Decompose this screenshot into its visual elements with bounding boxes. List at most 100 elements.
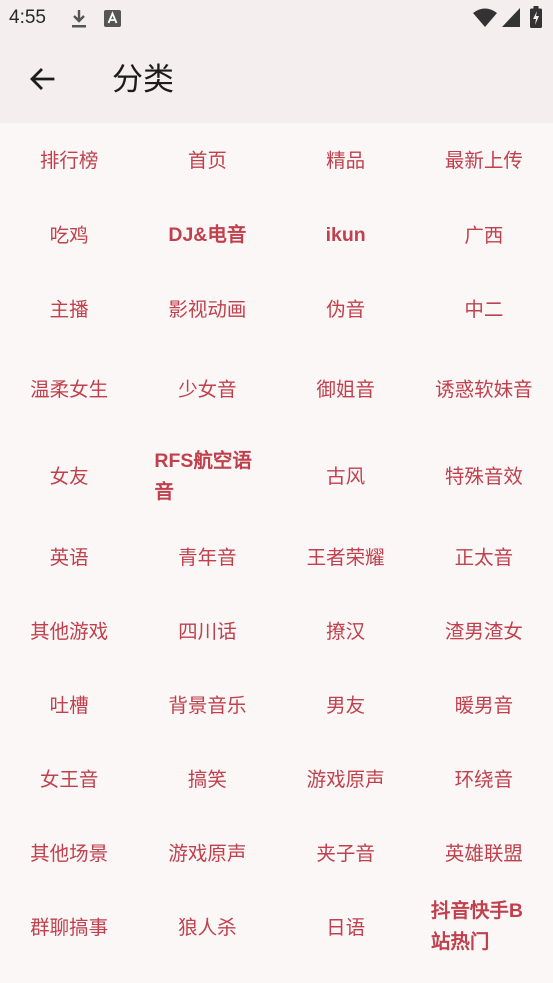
category-label: 环绕音: [454, 767, 514, 791]
category-label: 古风: [326, 465, 366, 488]
category-row: 温柔女生 少女音 御姐音 诱惑软妹音: [0, 346, 553, 433]
category-label: 英语: [49, 545, 89, 569]
category-label: 男友: [326, 693, 366, 717]
category-item[interactable]: 游戏原声: [277, 742, 415, 816]
category-row: 主播 影视动画 伪音 中二: [0, 272, 553, 346]
category-item[interactable]: 抖音快手B站热门: [415, 890, 553, 964]
category-item[interactable]: 游戏原声: [138, 816, 276, 890]
category-label: 精品: [326, 149, 366, 172]
category-item[interactable]: 伪音: [277, 272, 415, 346]
category-item[interactable]: 中二: [415, 272, 553, 346]
category-label: 背景音乐: [168, 693, 247, 717]
category-item[interactable]: 主播: [0, 272, 138, 346]
category-label: 王者荣耀: [306, 545, 385, 569]
category-item[interactable]: 其他场景: [0, 816, 138, 890]
category-label: 其他场景: [30, 841, 109, 865]
category-item[interactable]: 吐槽: [0, 668, 138, 742]
category-label: 群聊搞事: [30, 915, 109, 939]
category-label: 女王音: [39, 767, 99, 791]
category-label: 诱惑软妹音: [435, 378, 533, 401]
category-label: 伪音: [326, 297, 366, 321]
category-label: 首页: [187, 149, 227, 172]
category-label: 广西: [464, 223, 504, 247]
category-label: 游戏原声: [168, 841, 247, 865]
category-label: 抖音快手B站热门: [430, 900, 523, 953]
category-item[interactable]: 渣男渣女: [415, 594, 553, 668]
category-label: 中二: [464, 297, 504, 321]
category-item[interactable]: 青年音: [138, 520, 276, 594]
category-item[interactable]: 吃鸡: [0, 198, 138, 272]
category-item[interactable]: 诱惑软妹音: [415, 346, 553, 433]
category-label: 温柔女生: [30, 378, 109, 401]
category-label: 主播: [49, 297, 89, 321]
category-item[interactable]: 英雄联盟: [415, 816, 553, 890]
category-item[interactable]: 日语: [277, 890, 415, 964]
category-item[interactable]: 搞笑: [138, 742, 276, 816]
download-icon: [70, 9, 88, 33]
category-item[interactable]: 女友: [0, 433, 138, 520]
category-label: ikun: [325, 223, 366, 246]
category-item[interactable]: 男友: [277, 668, 415, 742]
category-item[interactable]: 暖男音: [415, 668, 553, 742]
category-grid: 排行榜 首页 精品 最新上传吃鸡 DJ&电音 ikun 广西主播 影视动画 伪音 中二温柔女生 少女…: [0, 123, 553, 964]
category-label: 四川话: [178, 619, 237, 643]
category-item[interactable]: 环绕音: [415, 742, 553, 816]
category-row: 吐槽 背景音乐 男友 暖男音: [0, 668, 553, 742]
category-row: 英语 青年音 王者荣耀 正太音: [0, 520, 553, 594]
category-item[interactable]: 特殊音效: [415, 433, 553, 520]
category-item[interactable]: 狼人杀: [138, 890, 276, 964]
category-item[interactable]: 首页: [138, 123, 276, 198]
category-label: 吃鸡: [49, 223, 89, 247]
category-row: 其他游戏 四川话 撩汉 渣男渣女: [0, 594, 553, 668]
category-item[interactable]: 最新上传: [415, 123, 553, 198]
category-item[interactable]: 影视动画: [138, 272, 276, 346]
category-label: 最新上传: [444, 149, 523, 172]
category-item[interactable]: 少女音: [138, 346, 276, 433]
category-item[interactable]: 其他游戏: [0, 594, 138, 668]
category-item[interactable]: 精品: [277, 123, 415, 198]
category-item[interactable]: 御姐音: [277, 346, 415, 433]
category-item[interactable]: 四川话: [138, 594, 276, 668]
category-item[interactable]: 排行榜: [0, 123, 138, 198]
category-item[interactable]: 群聊搞事: [0, 890, 138, 964]
category-label: 其他游戏: [30, 619, 109, 643]
category-label: DJ&电音: [168, 223, 247, 246]
battery-charging-icon: [530, 6, 542, 32]
back-button[interactable]: [20, 59, 64, 103]
category-item[interactable]: 女王音: [0, 742, 138, 816]
category-item[interactable]: 古风: [277, 433, 415, 520]
category-item[interactable]: 王者荣耀: [277, 520, 415, 594]
category-row: 女王音 搞笑 游戏原声 环绕音: [0, 742, 553, 816]
category-item[interactable]: 撩汉: [277, 594, 415, 668]
category-label: 夹子音: [316, 841, 375, 865]
category-label: 渣男渣女: [444, 619, 523, 643]
category-item[interactable]: ikun: [277, 198, 415, 272]
category-label: 游戏原声: [306, 767, 385, 791]
arrow-left-icon: [28, 65, 56, 97]
category-label: 青年音: [178, 545, 237, 569]
category-row: 女友 RFS航空语音 古风 特殊音效: [0, 433, 553, 520]
category-item[interactable]: 英语: [0, 520, 138, 594]
wifi-icon: [473, 8, 497, 32]
category-label: 影视动画: [168, 297, 247, 321]
category-row: 群聊搞事 狼人杀 日语 抖音快手B站热门: [0, 890, 553, 964]
category-row: 吃鸡 DJ&电音 ikun 广西: [0, 198, 553, 272]
category-label: 吐槽: [49, 693, 89, 717]
category-item[interactable]: 夹子音: [277, 816, 415, 890]
cellular-signal-icon: [502, 8, 520, 32]
page-title: 分类: [112, 62, 174, 98]
category-item[interactable]: RFS航空语音: [138, 433, 276, 520]
category-row: 排行榜 首页 精品 最新上传: [0, 123, 553, 198]
category-label: 狼人杀: [178, 915, 237, 939]
category-item[interactable]: 背景音乐: [138, 668, 276, 742]
category-label: 御姐音: [316, 378, 375, 401]
category-label: 女友: [49, 465, 89, 488]
category-item[interactable]: 广西: [415, 198, 553, 272]
category-label: 特殊音效: [444, 465, 523, 488]
category-item[interactable]: 正太音: [415, 520, 553, 594]
category-item[interactable]: DJ&电音: [138, 198, 276, 272]
category-item[interactable]: 温柔女生: [0, 346, 138, 433]
category-label: 搞笑: [187, 767, 227, 791]
category-label: 英雄联盟: [444, 841, 523, 865]
a-badge-icon: [104, 10, 121, 31]
